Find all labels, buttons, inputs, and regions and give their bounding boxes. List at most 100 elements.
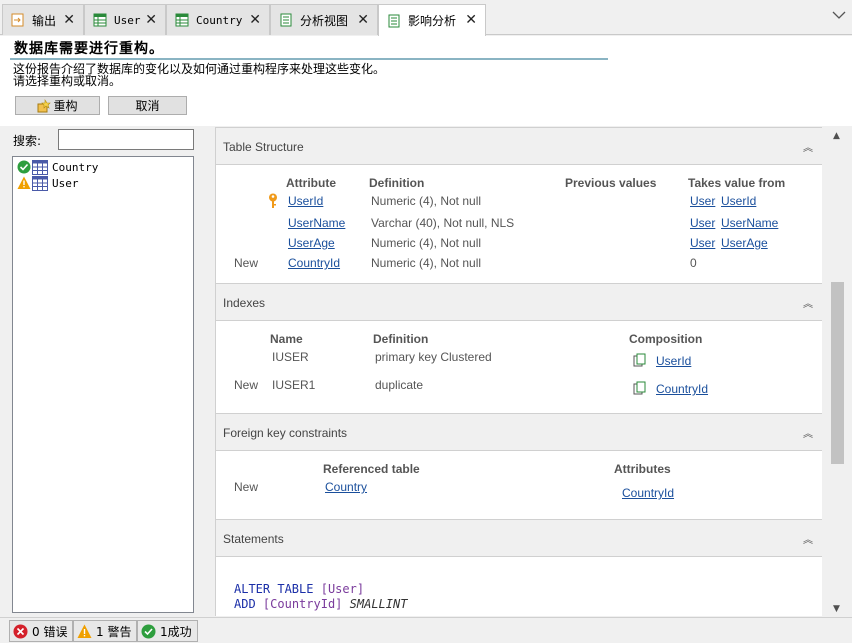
close-icon[interactable]: ✕	[357, 13, 369, 27]
tab-label: 输出	[32, 13, 57, 28]
primary-key-icon	[269, 193, 277, 208]
takes-object-link[interactable]: User	[690, 194, 715, 208]
statement-line: ADD [CountryId] SMALLINT	[234, 597, 407, 611]
new-marker: New	[234, 256, 259, 270]
attribute-link[interactable]: UserId	[288, 194, 323, 208]
reorganize-button[interactable]: 重构	[15, 96, 100, 115]
index-name: IUSER1	[272, 378, 316, 392]
takes-object-link[interactable]: User	[690, 236, 715, 250]
success-count: 1成功	[160, 624, 192, 639]
column-header-definition: Definition	[373, 332, 429, 346]
section-title: Foreign key constraints	[223, 426, 348, 440]
scroll-up-icon[interactable]: ▲	[833, 131, 840, 141]
table-icon	[32, 159, 48, 175]
tab-label: 影响分析	[408, 14, 457, 28]
sql-keyword: ALTER TABLE	[234, 582, 314, 596]
attribute-icon	[633, 353, 646, 367]
column-header-attribute: Attribute	[286, 176, 336, 190]
takes-attribute-link[interactable]: UserAge	[721, 236, 768, 250]
section-title: Statements	[223, 532, 284, 546]
attribute-definition: Numeric (4), Not null	[371, 236, 482, 250]
report-header: 数据库需要进行重构。 这份报告介绍了数据库的变化以及如何通过重构程序来处理这些变…	[0, 36, 852, 126]
close-icon[interactable]: ✕	[465, 13, 477, 27]
table-icon	[93, 13, 107, 27]
close-icon[interactable]: ✕	[145, 13, 157, 27]
statement-line: ALTER TABLE [User]	[234, 582, 364, 596]
collapse-icon[interactable]: ︽	[803, 139, 813, 154]
sql-keyword: ADD	[234, 597, 256, 611]
warning-icon	[17, 176, 31, 189]
document-icon	[280, 13, 292, 27]
tree-item-country[interactable]: Country	[17, 159, 98, 175]
document-tab-bar: 输出 ✕ User ✕ Country ✕ 分析视图 ✕ 影响分析 ✕	[0, 0, 852, 36]
scrollbar-thumb[interactable]	[831, 282, 844, 464]
errors-count: 0 错误	[32, 624, 68, 639]
tree-item-label: Country	[52, 160, 99, 174]
reorganize-label: 重构	[53, 99, 78, 113]
tab-country[interactable]: Country ✕	[166, 4, 270, 35]
takes-attribute-link[interactable]: UserName	[721, 216, 778, 230]
collapse-icon[interactable]: ︽	[803, 531, 813, 546]
impact-report: Table Structure ︽ Attribute Definition P…	[215, 127, 822, 616]
takes-value: 0	[690, 256, 697, 270]
column-header-attributes: Attributes	[614, 462, 671, 476]
title-divider	[10, 58, 608, 60]
collapse-icon[interactable]: ︽	[803, 425, 813, 440]
referenced-table-link[interactable]: Country	[325, 480, 367, 494]
cancel-label: 取消	[135, 99, 160, 113]
vertical-scrollbar[interactable]: ▲ ▼	[829, 127, 846, 616]
new-marker: New	[234, 480, 259, 494]
takes-object-link[interactable]: User	[690, 216, 715, 230]
section-header-indexes[interactable]: Indexes ︽	[216, 283, 822, 321]
tab-label: User	[114, 13, 141, 27]
attribute-icon	[633, 381, 646, 395]
close-icon[interactable]: ✕	[63, 13, 75, 27]
sql-identifier: [CountryId]	[262, 597, 343, 611]
tab-analysis-view[interactable]: 分析视图 ✕	[270, 4, 378, 35]
success-icon	[17, 160, 31, 174]
index-name: IUSER	[272, 350, 309, 364]
section-header-table-structure[interactable]: Table Structure ︽	[216, 127, 822, 165]
search-label: 搜索:	[13, 134, 42, 148]
takes-attribute-link[interactable]: UserId	[721, 194, 756, 208]
close-icon[interactable]: ✕	[249, 13, 261, 27]
object-tree: Country User	[12, 156, 194, 613]
section-title: Indexes	[223, 296, 266, 310]
tab-output[interactable]: 输出 ✕	[2, 4, 84, 35]
tab-user[interactable]: User ✕	[84, 4, 166, 35]
scroll-down-icon[interactable]: ▼	[833, 604, 840, 614]
warnings-filter-button[interactable]: 1 警告	[73, 620, 138, 642]
section-title: Table Structure	[223, 140, 304, 154]
section-header-foreign-keys[interactable]: Foreign key constraints ︽	[216, 413, 822, 451]
column-header-previous-values: Previous values	[565, 176, 657, 190]
attribute-link[interactable]: CountryId	[288, 256, 340, 270]
composition-link[interactable]: UserId	[656, 354, 691, 368]
collapse-icon[interactable]: ︽	[803, 295, 813, 310]
success-filter-button[interactable]: 1成功	[137, 620, 198, 642]
fk-attribute-link[interactable]: CountryId	[622, 486, 674, 500]
tree-item-user[interactable]: User	[17, 175, 79, 191]
attribute-definition: Varchar (40), Not null, NLS	[371, 216, 515, 230]
success-icon	[141, 624, 156, 638]
composition-link[interactable]: CountryId	[656, 382, 708, 396]
errors-filter-button[interactable]: 0 错误	[9, 620, 74, 642]
table-icon	[175, 13, 189, 27]
attribute-link[interactable]: UserName	[288, 216, 345, 230]
reorganize-icon	[37, 98, 52, 112]
document-icon	[388, 14, 400, 27]
chevron-down-icon[interactable]	[832, 10, 846, 20]
tab-label: Country	[196, 13, 243, 27]
error-icon	[13, 624, 28, 638]
tab-label: 分析视图	[300, 13, 349, 28]
output-icon	[11, 13, 24, 27]
tab-impact-analysis[interactable]: 影响分析 ✕	[378, 4, 486, 36]
cancel-button[interactable]: 取消	[108, 96, 187, 115]
search-input[interactable]	[58, 129, 194, 150]
section-header-statements[interactable]: Statements ︽	[216, 519, 822, 557]
index-definition: primary key Clustered	[375, 350, 492, 364]
attribute-link[interactable]: UserAge	[288, 236, 335, 250]
instruction-text: 请选择重构或取消。	[13, 74, 122, 88]
sql-type: SMALLINT	[349, 597, 408, 611]
column-header-definition: Definition	[369, 176, 425, 190]
status-bar: 0 错误 1 警告 1成功	[0, 617, 852, 643]
